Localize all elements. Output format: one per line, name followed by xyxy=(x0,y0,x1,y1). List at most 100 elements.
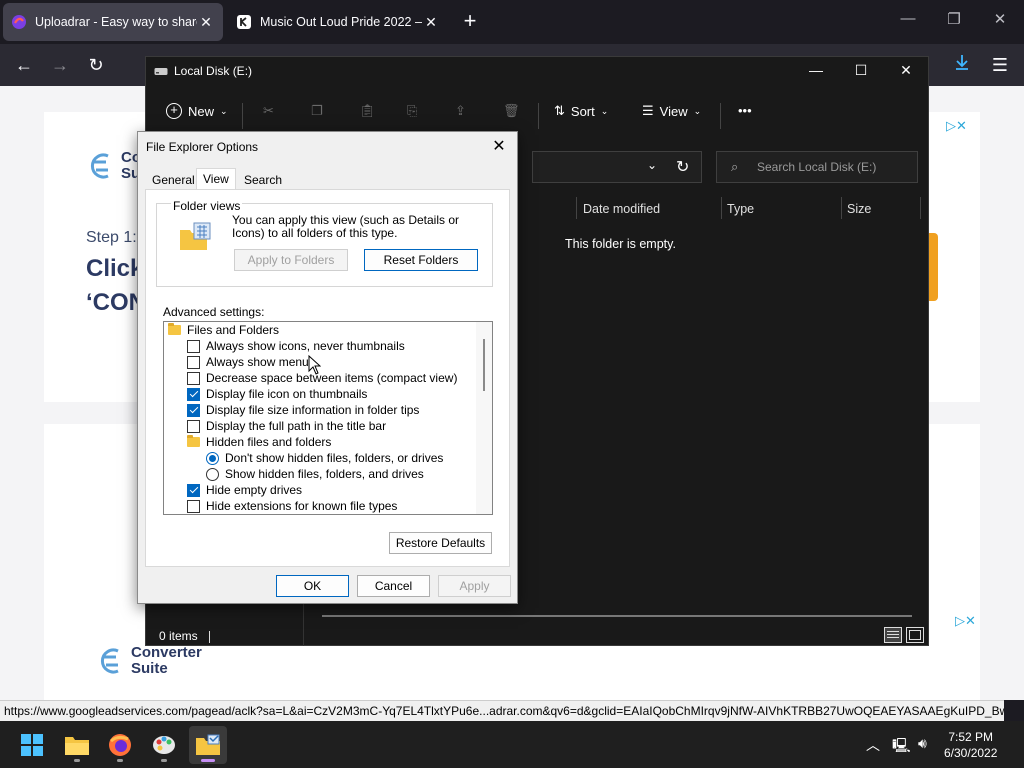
checkbox-always-show-icons[interactable]: Always show icons, never thumbnails xyxy=(187,338,405,354)
orange-button-edge[interactable] xyxy=(928,233,938,301)
explorer-close-icon[interactable]: ✕ xyxy=(891,62,921,79)
rename-icon[interactable]: ⎘ xyxy=(407,103,417,119)
browser-tab-music[interactable]: Music Out Loud Pride 2022 — S ✕ xyxy=(228,3,448,41)
radio-show-hidden[interactable]: Show hidden files, folders, and drives xyxy=(206,466,424,482)
paint-palette-icon xyxy=(153,736,175,754)
new-tab-plus-icon[interactable]: + xyxy=(458,10,482,34)
browser-tab-uploadrar[interactable]: Uploadrar - Easy way to share y ✕ xyxy=(3,3,223,41)
uploadrar-favicon-icon xyxy=(12,15,26,29)
checkbox-hide-extensions[interactable]: Hide extensions for known file types xyxy=(187,498,397,514)
taskbar-clock[interactable]: 7:52 PM 6/30/2022 xyxy=(944,729,997,761)
column-header-size[interactable]: Size xyxy=(847,202,871,216)
tab-close-icon[interactable]: ✕ xyxy=(197,14,215,31)
tab-close-icon[interactable]: ✕ xyxy=(422,14,440,31)
more-options-icon[interactable]: ••• xyxy=(738,103,752,118)
checkbox-box[interactable] xyxy=(187,339,200,353)
converter-suite-logo-icon xyxy=(90,153,109,179)
folder-icon xyxy=(168,323,181,335)
checkbox-compact-view[interactable]: Decrease space between items (compact vi… xyxy=(187,370,457,386)
scrollbar-thumb[interactable] xyxy=(483,339,485,391)
adchoices-icon[interactable]: ▷✕ xyxy=(946,118,967,134)
explorer-title-bar[interactable]: Local Disk (E:) — ☐ ✕ xyxy=(146,57,928,87)
minimize-icon[interactable]: — xyxy=(896,10,920,34)
forward-arrow-icon[interactable]: → xyxy=(48,53,72,77)
explorer-maximize-icon[interactable]: ☐ xyxy=(846,62,876,79)
adchoices-icon[interactable]: ▷✕ xyxy=(955,613,976,629)
advanced-settings-scrollbar[interactable] xyxy=(476,322,492,514)
running-indicator xyxy=(201,759,215,762)
horizontal-scrollbar[interactable] xyxy=(322,615,912,617)
copy-icon[interactable]: ❐ xyxy=(311,103,323,119)
radio-button[interactable] xyxy=(206,467,219,481)
taskbar-firefox[interactable] xyxy=(101,726,139,764)
share-icon[interactable]: ⇪ xyxy=(455,103,466,119)
network-icon[interactable]: 🖳︎ xyxy=(892,735,911,759)
taskbar-file-explorer-options[interactable] xyxy=(189,726,227,764)
checkbox-always-show-menus[interactable]: Always show menus xyxy=(187,354,315,370)
tab-view[interactable]: View xyxy=(196,168,236,190)
volume-icon[interactable]: 🔊︎ xyxy=(918,735,927,752)
tab-general[interactable]: General xyxy=(146,170,201,190)
start-button[interactable] xyxy=(13,726,51,764)
close-icon[interactable]: ✕ xyxy=(988,10,1012,34)
show-hidden-icons-chevron-icon[interactable]: ︿ xyxy=(866,735,880,755)
downloads-icon[interactable] xyxy=(950,53,974,77)
cancel-button[interactable]: Cancel xyxy=(357,575,430,597)
explorer-title: Local Disk (E:) xyxy=(174,64,253,78)
dialog-close-icon[interactable]: ✕ xyxy=(489,136,509,156)
search-input[interactable]: ⌕ Search Local Disk (E:) xyxy=(716,151,918,183)
reset-folders-button[interactable]: Reset Folders xyxy=(364,249,478,271)
restore-icon[interactable]: ❐ xyxy=(942,10,966,34)
cut-icon[interactable]: ✂ xyxy=(263,103,274,119)
toolbar-divider xyxy=(720,103,721,129)
delete-icon[interactable]: 🗑︎ xyxy=(503,103,520,119)
ok-button[interactable]: OK xyxy=(276,575,349,597)
checkbox-box[interactable] xyxy=(187,355,200,369)
back-arrow-icon[interactable]: ← xyxy=(12,53,36,77)
apply-button[interactable]: Apply xyxy=(438,575,511,597)
logo-text-bottom: Converter Suite xyxy=(131,645,202,677)
details-view-icon[interactable] xyxy=(884,627,902,643)
checkbox-label: Always show menus xyxy=(206,355,315,369)
running-indicator xyxy=(117,759,123,762)
checkbox-box-checked[interactable] xyxy=(187,403,200,417)
empty-folder-message: This folder is empty. xyxy=(565,237,676,251)
file-explorer-options-dialog: File Explorer Options ✕ General View Sea… xyxy=(137,131,518,604)
tab-search[interactable]: Search xyxy=(238,170,288,190)
apply-to-folders-button[interactable]: Apply to Folders xyxy=(234,249,348,271)
reload-icon[interactable]: ↻ xyxy=(84,53,108,77)
view-button[interactable]: ☰ View ⌄ xyxy=(642,103,701,119)
tiles-view-icon[interactable] xyxy=(906,627,924,643)
checkbox-full-path-title[interactable]: Display the full path in the title bar xyxy=(187,418,386,434)
restore-defaults-button[interactable]: Restore Defaults xyxy=(389,532,492,554)
browser-tab-bar: Uploadrar - Easy way to share y ✕ Music … xyxy=(0,0,1024,44)
search-icon: ⌕ xyxy=(731,159,739,174)
checkbox-file-icon-thumbnails[interactable]: Display file icon on thumbnails xyxy=(187,386,367,402)
checkbox-hide-empty-drives[interactable]: Hide empty drives xyxy=(187,482,302,498)
hamburger-menu-icon[interactable]: ☰ xyxy=(988,53,1012,77)
taskbar-file-explorer[interactable] xyxy=(58,726,96,764)
explorer-minimize-icon[interactable]: — xyxy=(801,62,831,78)
checkbox-label: Decrease space between items (compact vi… xyxy=(206,371,458,385)
radio-dont-show-hidden[interactable]: Don't show hidden files, folders, or dri… xyxy=(206,450,443,466)
checkbox-box[interactable] xyxy=(187,499,200,513)
link-status-url: https://www.googleadservices.com/pagead/… xyxy=(0,700,1004,721)
taskbar-paint[interactable] xyxy=(145,726,183,764)
folder-options-icon xyxy=(196,734,220,755)
checkbox-box-checked[interactable] xyxy=(187,483,200,497)
logo-line-2: Suite xyxy=(131,660,168,677)
checkbox-box[interactable] xyxy=(187,419,200,433)
folder-icon xyxy=(187,435,200,447)
new-button[interactable]: + New ⌄ xyxy=(166,103,228,119)
column-header-date-modified[interactable]: Date modified xyxy=(583,202,660,216)
paste-icon[interactable]: 📋︎ xyxy=(359,103,376,119)
advanced-settings-tree[interactable]: Files and Folders Always show icons, nev… xyxy=(163,321,493,515)
checkbox-file-size-tips[interactable]: Display file size information in folder … xyxy=(187,402,419,418)
checkbox-box[interactable] xyxy=(187,371,200,385)
sort-button[interactable]: ⇅ Sort ⌄ xyxy=(554,103,608,119)
checkbox-box-checked[interactable] xyxy=(187,387,200,401)
radio-button-selected[interactable] xyxy=(206,451,219,465)
refresh-icon[interactable]: ↻ xyxy=(676,157,689,177)
column-header-type[interactable]: Type xyxy=(727,202,754,216)
chevron-down-icon: ⌄ xyxy=(647,158,658,172)
